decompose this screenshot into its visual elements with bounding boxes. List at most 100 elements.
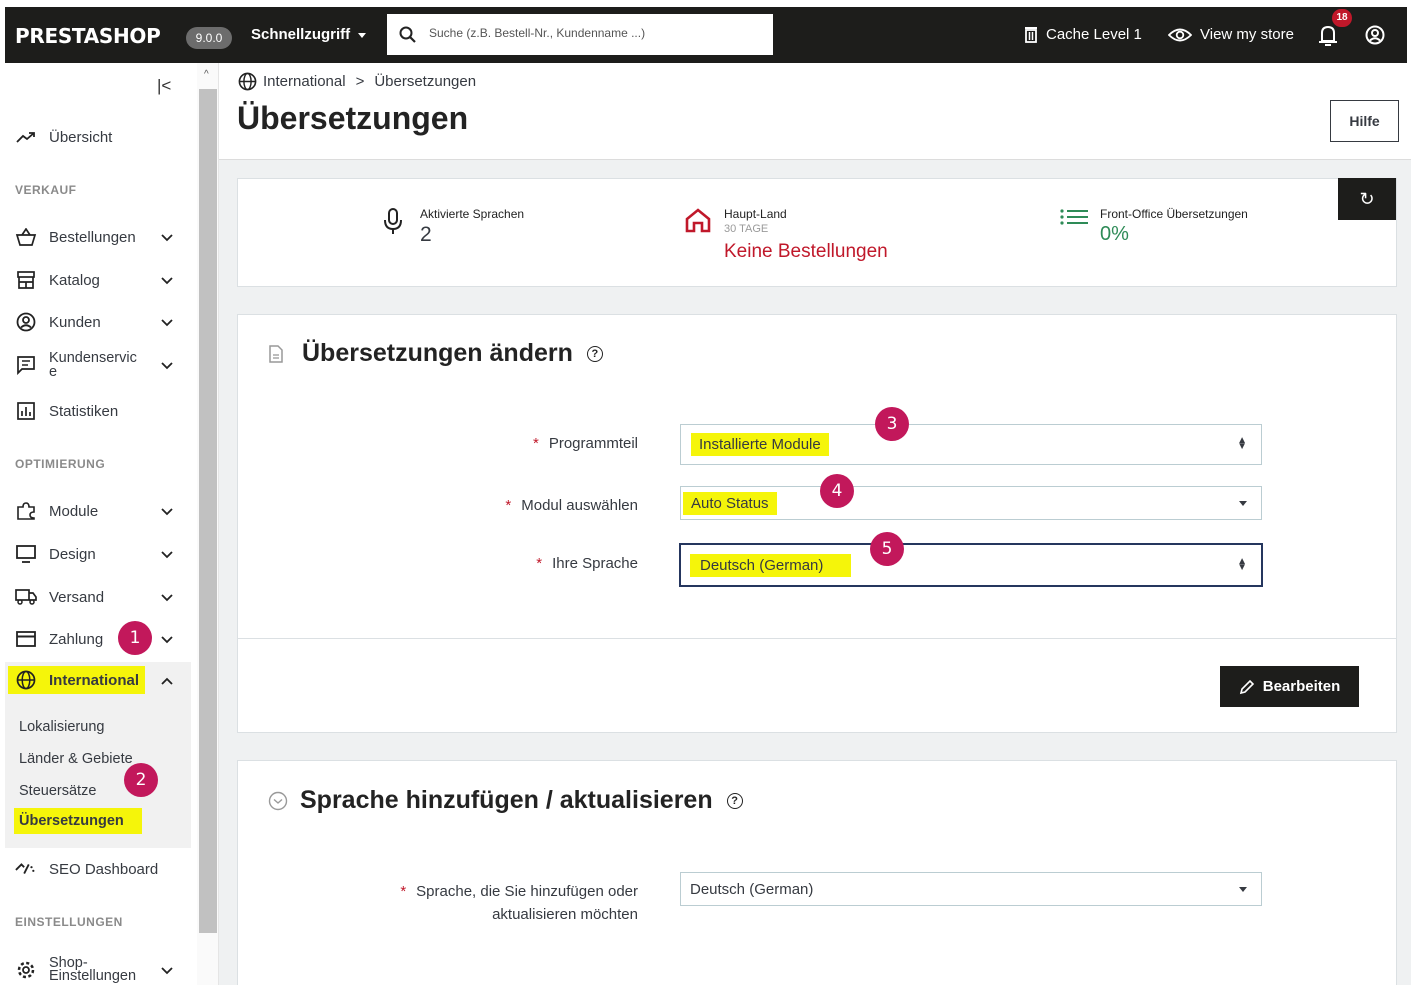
language-label: * Ihre Sprache bbox=[536, 555, 638, 572]
kpi-value: 2 bbox=[420, 223, 432, 246]
sidebar-item-label: Zahlung bbox=[49, 630, 104, 648]
basket-icon bbox=[15, 226, 37, 248]
cache-button[interactable]: Cache Level 1 bbox=[1024, 26, 1142, 43]
store-icon bbox=[15, 269, 37, 291]
breadcrumb: International > Übersetzungen bbox=[238, 72, 476, 91]
breadcrumb-separator: > bbox=[355, 73, 365, 90]
sidebar-item-modules[interactable]: Module bbox=[15, 500, 173, 522]
sidebar-item-label: SEO Dashboard bbox=[49, 860, 159, 878]
sidebar-item-label: Kundenservic e bbox=[49, 350, 137, 380]
sidebar-subitem-countries[interactable]: Länder & Gebiete bbox=[19, 751, 133, 767]
annotation-marker: 1 bbox=[118, 621, 152, 655]
type-select[interactable]: Installierte Module ▲ ▼ bbox=[680, 424, 1262, 465]
chevron-up-icon bbox=[161, 672, 173, 689]
sidebar-item-shop-settings[interactable]: Shop- Einstellungen bbox=[15, 956, 173, 983]
sidebar-item-statistics[interactable]: Statistiken bbox=[15, 400, 118, 422]
collapse-sidebar-icon[interactable]: |< bbox=[157, 76, 171, 96]
sidebar-item-seo[interactable]: SEO Dashboard bbox=[15, 858, 158, 880]
sidebar-item-catalog[interactable]: Katalog bbox=[15, 269, 173, 291]
select-value: Deutsch (German) bbox=[690, 554, 852, 577]
add-language-label: * Sprache, die Sie hinzufügen oder aktual… bbox=[400, 883, 638, 923]
sidebar-subitem-localization[interactable]: Lokalisierung bbox=[19, 719, 104, 735]
sidebar-item-international[interactable]: International bbox=[8, 666, 173, 694]
caret-down-icon bbox=[1239, 887, 1247, 892]
sidebar-item-label: Katalog bbox=[49, 271, 100, 289]
section-settings: EINSTELLUNGEN bbox=[15, 915, 123, 929]
view-store-link[interactable]: View my store bbox=[1168, 26, 1294, 43]
pencil-icon bbox=[1239, 679, 1254, 694]
page-title: Übersetzungen bbox=[237, 100, 469, 136]
kpi-front-office: Front-Office Übersetzungen 0% bbox=[1060, 207, 1248, 246]
view-store-label: View my store bbox=[1200, 26, 1294, 43]
sidebar-item-label: International bbox=[49, 671, 140, 689]
eye-icon bbox=[1168, 28, 1192, 41]
home-icon bbox=[685, 208, 711, 233]
sidebar-item-label: Übersicht bbox=[49, 128, 113, 146]
kpi-label: Front-Office Übersetzungen bbox=[1100, 207, 1248, 221]
refresh-icon: ↻ bbox=[1359, 189, 1375, 209]
sidebar-subitem-taxes[interactable]: Steuersätze bbox=[19, 783, 96, 799]
edit-button-label: Bearbeiten bbox=[1262, 678, 1341, 695]
gear-icon bbox=[15, 959, 37, 981]
microphone-icon bbox=[384, 208, 402, 234]
annotation-marker: 5 bbox=[870, 532, 904, 566]
list-icon bbox=[1060, 209, 1088, 225]
kpi-languages: Aktivierte Sprachen 2 bbox=[382, 207, 524, 247]
sidebar-item-overview[interactable]: Übersicht bbox=[15, 126, 112, 148]
help-button[interactable]: Hilfe bbox=[1330, 100, 1399, 142]
add-language-select[interactable]: Deutsch (German) bbox=[680, 872, 1262, 906]
sidebar-item-design[interactable]: Design bbox=[15, 543, 173, 565]
user-account-icon[interactable] bbox=[1365, 25, 1385, 45]
module-label: * Modul auswählen bbox=[505, 497, 638, 514]
sort-arrows-icon: ▲ ▼ bbox=[1237, 435, 1247, 452]
search-input[interactable] bbox=[429, 26, 759, 40]
annotation-marker: 4 bbox=[820, 474, 854, 508]
trash-icon bbox=[1025, 27, 1037, 43]
sidebar-item-customer-service[interactable]: Kundenservic e bbox=[15, 350, 173, 380]
sidebar-item-orders[interactable]: Bestellungen bbox=[15, 226, 173, 248]
scroll-up-icon[interactable]: ^ bbox=[204, 69, 209, 80]
kpi-card: Aktivierte Sprachen 2 Haupt-Land 30 TAGE… bbox=[237, 178, 1397, 287]
sidebar-subitem-translations[interactable]: Übersetzungen bbox=[14, 808, 142, 834]
breadcrumb-current: Übersetzungen bbox=[374, 73, 477, 90]
refresh-button[interactable]: ↻ bbox=[1338, 178, 1396, 220]
sidebar-item-payment[interactable]: Zahlung bbox=[15, 628, 173, 650]
sidebar-item-label: Module bbox=[49, 502, 99, 520]
card-title-text: Übersetzungen ändern bbox=[302, 339, 573, 367]
chevron-down-icon bbox=[161, 272, 173, 289]
scrollbar-thumb[interactable] bbox=[199, 89, 217, 933]
bell-icon[interactable] bbox=[1318, 23, 1338, 47]
sidebar-item-customers[interactable]: Kunden bbox=[15, 311, 173, 333]
document-icon bbox=[269, 344, 283, 363]
notification-badge: 18 bbox=[1332, 9, 1352, 27]
chevron-circle-icon[interactable] bbox=[268, 791, 288, 811]
edit-button[interactable]: Bearbeiten bbox=[1220, 666, 1359, 707]
sidebar-item-label: Versand bbox=[49, 588, 105, 606]
prestashop-logo[interactable]: PRESTASHOP bbox=[15, 24, 161, 48]
sidebar-item-label: Kunden bbox=[49, 313, 101, 331]
kpi-value: Keine Bestellungen bbox=[724, 241, 888, 262]
kpi-label: Haupt-Land bbox=[724, 207, 787, 221]
chevron-down-icon bbox=[161, 503, 173, 520]
help-icon[interactable]: ? bbox=[586, 345, 603, 362]
kpi-label: Aktivierte Sprachen bbox=[420, 207, 525, 221]
top-bar: PRESTASHOP 9.0.0 Schnellzugriff Cache Le… bbox=[5, 7, 1407, 63]
help-icon[interactable]: ? bbox=[726, 792, 743, 809]
seo-icon bbox=[15, 858, 37, 880]
customer-icon bbox=[15, 311, 37, 333]
quick-access-dropdown[interactable]: Schnellzugriff bbox=[251, 26, 367, 43]
search-box[interactable] bbox=[387, 14, 773, 55]
section-optimization: OPTIMIERUNG bbox=[15, 457, 106, 471]
breadcrumb-parent[interactable]: International bbox=[263, 73, 346, 90]
puzzle-icon bbox=[15, 500, 37, 522]
card-divider bbox=[238, 638, 1397, 639]
select-value: Deutsch (German) bbox=[690, 881, 814, 898]
language-select[interactable]: Deutsch (German) ▲ ▼ bbox=[679, 543, 1263, 587]
sidebar-item-shipping[interactable]: Versand bbox=[15, 586, 173, 608]
modify-card-title: Übersetzungen ändern ? bbox=[268, 339, 603, 368]
module-select[interactable]: Auto Status bbox=[680, 486, 1262, 520]
caret-down-icon bbox=[358, 32, 367, 38]
sidebar-scrollbar[interactable]: ^ bbox=[197, 63, 219, 985]
bar-chart-icon bbox=[15, 400, 37, 422]
globe-icon bbox=[15, 669, 37, 691]
